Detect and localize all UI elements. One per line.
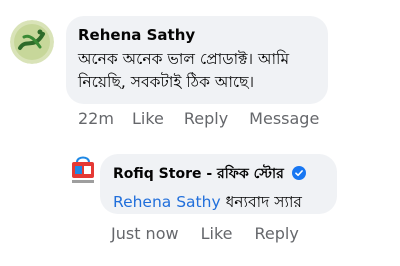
reply-item: Rofiq Store - রফিক স্টোর Rehena Sathy ধন…: [0, 140, 400, 266]
mention-link[interactable]: Rehena Sathy: [113, 193, 221, 211]
reply-text: Rehena Sathy ধন্যবাদ স্যার: [113, 191, 337, 214]
comment-time[interactable]: 22m: [78, 109, 114, 128]
reply-button[interactable]: Reply: [184, 109, 228, 128]
like-button[interactable]: Like: [201, 224, 233, 243]
reply-author-row: Rofiq Store - রফিক স্টোর: [113, 162, 337, 186]
avatar[interactable]: [66, 152, 100, 186]
avatar-image: [10, 20, 54, 64]
reply-time[interactable]: Just now: [111, 224, 179, 243]
verified-badge-icon: [292, 166, 307, 180]
reply-actions: Just now Like Reply: [111, 224, 299, 243]
like-button[interactable]: Like: [132, 109, 164, 128]
reply-bubble: Rofiq Store - রফিক স্টোর Rehena Sathy ধন…: [100, 154, 337, 214]
reply-button[interactable]: Reply: [254, 224, 298, 243]
store-logo-icon: [66, 152, 100, 186]
message-button[interactable]: Message: [249, 109, 319, 128]
comment-actions: 22m Like Reply Message: [78, 109, 319, 128]
comment-item: Rehena Sathy অনেক অনেক ভাল প্রোডাক্ট। আম…: [0, 0, 400, 140]
comment-author[interactable]: Rehena Sathy: [78, 26, 328, 44]
comment-text-line: নিয়েছি, সবকটাই ঠিক আছে।: [78, 73, 255, 91]
avatar[interactable]: [10, 20, 54, 64]
comment-text: অনেক অনেক ভাল প্রোডাক্ট। আমি নিয়েছি, সব…: [78, 48, 328, 94]
reply-author[interactable]: Rofiq Store - রফিক স্টোর: [113, 166, 284, 182]
reply-message: ধন্যবাদ স্যার: [225, 193, 302, 211]
comment-text-line: অনেক অনেক ভাল প্রোডাক্ট। আমি: [78, 50, 290, 68]
comment-bubble: Rehena Sathy অনেক অনেক ভাল প্রোডাক্ট। আম…: [66, 16, 328, 104]
